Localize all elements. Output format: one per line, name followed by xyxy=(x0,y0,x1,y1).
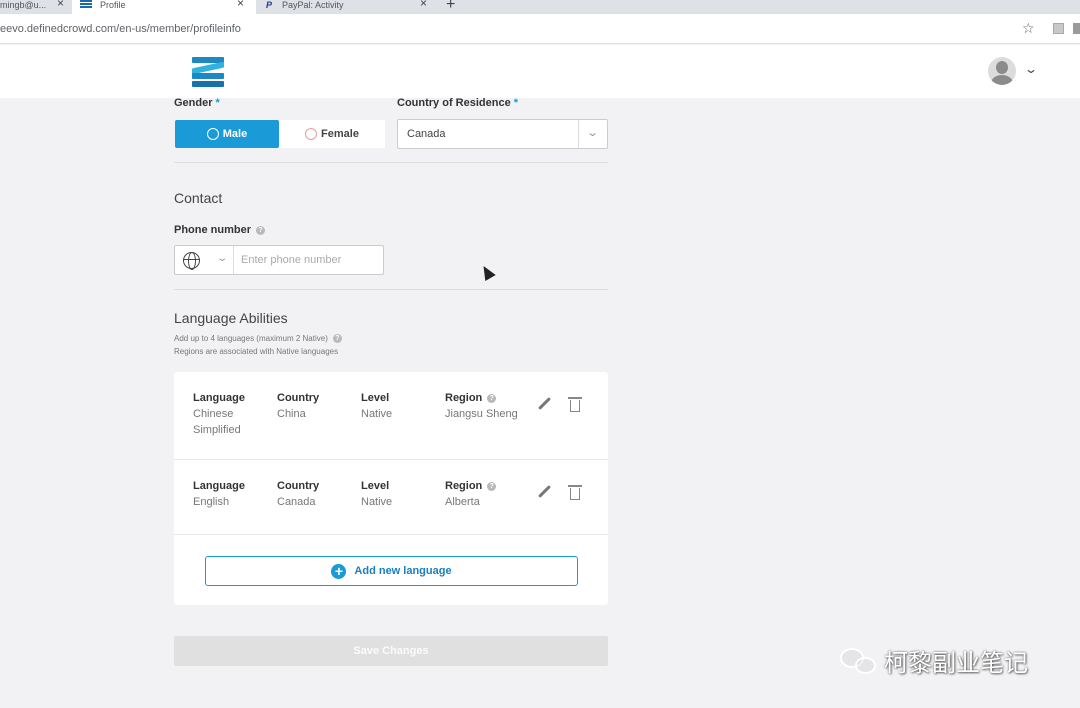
phone-input[interactable] xyxy=(241,252,377,268)
address-bar: eevo.definedcrowd.com/en-us/member/profi… xyxy=(0,14,1080,44)
tab-paypal[interactable]: P PayPal: Activity × xyxy=(258,0,438,14)
tab-close-icon[interactable]: × xyxy=(57,0,64,9)
contact-title: Contact xyxy=(174,190,223,206)
language-row: Language English Country Canada Level Nativ… xyxy=(174,460,608,535)
tab-close-icon[interactable]: × xyxy=(237,0,244,9)
language-header: Language xyxy=(193,392,245,404)
edit-pencil-icon[interactable] xyxy=(536,484,552,500)
extension-icon[interactable] xyxy=(1053,23,1064,34)
country-value: China xyxy=(277,408,306,420)
gender-male-label: Male xyxy=(222,128,248,140)
gender-female-button[interactable]: Female xyxy=(279,120,385,148)
user-avatar[interactable] xyxy=(988,57,1016,85)
phone-field: ⌄ xyxy=(174,245,384,275)
language-value: English xyxy=(193,496,230,508)
site-header: ⌄ xyxy=(0,45,1080,98)
language-row: Language Chinese Simplified Country China … xyxy=(174,372,608,460)
extension-icon[interactable] xyxy=(1073,23,1080,34)
help-icon[interactable]: ? xyxy=(256,225,266,235)
level-value: Native xyxy=(361,408,393,420)
help-icon[interactable]: ? xyxy=(487,393,497,403)
language-value: Chinese Simplified xyxy=(193,408,241,436)
definedcrowd-logo-icon[interactable] xyxy=(192,57,224,87)
watermark: 柯黎副业笔记 xyxy=(840,643,1028,678)
chevron-down-icon[interactable]: ⌄ xyxy=(1024,62,1038,76)
country-value: Canada xyxy=(277,496,316,508)
definedcrowd-favicon-icon xyxy=(80,0,92,8)
country-label: Country of Residence * xyxy=(397,97,518,109)
delete-trash-icon[interactable] xyxy=(568,485,582,500)
gender-female-label: Female xyxy=(321,128,359,140)
country-value: Canada xyxy=(407,128,446,140)
watermark-text: 柯黎副业笔记 xyxy=(884,649,1028,677)
new-tab-button[interactable]: + xyxy=(446,0,455,14)
country-select[interactable]: Canada ⌄ xyxy=(397,119,608,149)
delete-trash-icon[interactable] xyxy=(568,397,582,412)
url-field[interactable]: eevo.definedcrowd.com/en-us/member/profi… xyxy=(0,23,241,35)
languages-hint: Add up to 4 languages (maximum 2 Native)… xyxy=(174,334,342,344)
mouse-cursor-icon xyxy=(478,262,496,282)
gender-male-button[interactable]: Male xyxy=(175,120,279,148)
male-icon xyxy=(206,128,219,140)
wechat-icon xyxy=(840,646,878,676)
regions-hint: Regions are associated with Native langu… xyxy=(174,347,339,356)
level-header: Level xyxy=(361,392,390,404)
chevron-down-icon[interactable]: ⌄ xyxy=(216,253,228,264)
save-changes-button[interactable]: Save Changes xyxy=(174,636,608,666)
help-icon[interactable]: ? xyxy=(332,334,342,344)
phone-label: Phone number? xyxy=(174,224,266,236)
region-header: Region xyxy=(445,392,483,404)
region-header: Region xyxy=(445,480,483,492)
edit-pencil-icon[interactable] xyxy=(536,396,552,412)
add-new-language-button[interactable]: + Add new language xyxy=(205,556,578,586)
region-value: Jiangsu Sheng xyxy=(445,408,518,420)
help-icon[interactable]: ? xyxy=(487,481,497,491)
female-icon xyxy=(305,128,318,140)
tab-gmail[interactable]: mingb@u... × xyxy=(0,0,68,14)
level-value: Native xyxy=(361,496,393,508)
paypal-favicon-icon: P xyxy=(266,0,273,10)
language-header: Language xyxy=(193,480,245,492)
gender-label: Gender * xyxy=(174,97,220,109)
level-header: Level xyxy=(361,480,390,492)
add-language-label: Add new language xyxy=(354,565,452,577)
languages-title: Language Abilities xyxy=(174,310,288,326)
tab-label: mingb@u... xyxy=(0,0,47,10)
country-header: Country xyxy=(277,392,320,404)
tab-profile[interactable]: Profile × xyxy=(72,0,256,14)
tab-label: PayPal: Activity xyxy=(282,0,344,10)
tab-label: Profile xyxy=(100,0,126,10)
globe-icon[interactable] xyxy=(183,252,200,270)
country-header: Country xyxy=(277,480,320,492)
divider xyxy=(174,162,608,163)
bookmark-star-icon[interactable]: ☆ xyxy=(1022,20,1035,37)
tab-close-icon[interactable]: × xyxy=(420,0,427,9)
divider xyxy=(174,289,608,290)
browser-tab-bar: mingb@u... × Profile × P PayPal: Activit… xyxy=(0,0,1080,14)
region-value: Alberta xyxy=(445,496,480,508)
plus-circle-icon: + xyxy=(331,563,347,579)
chevron-down-icon: ⌄ xyxy=(586,127,600,139)
